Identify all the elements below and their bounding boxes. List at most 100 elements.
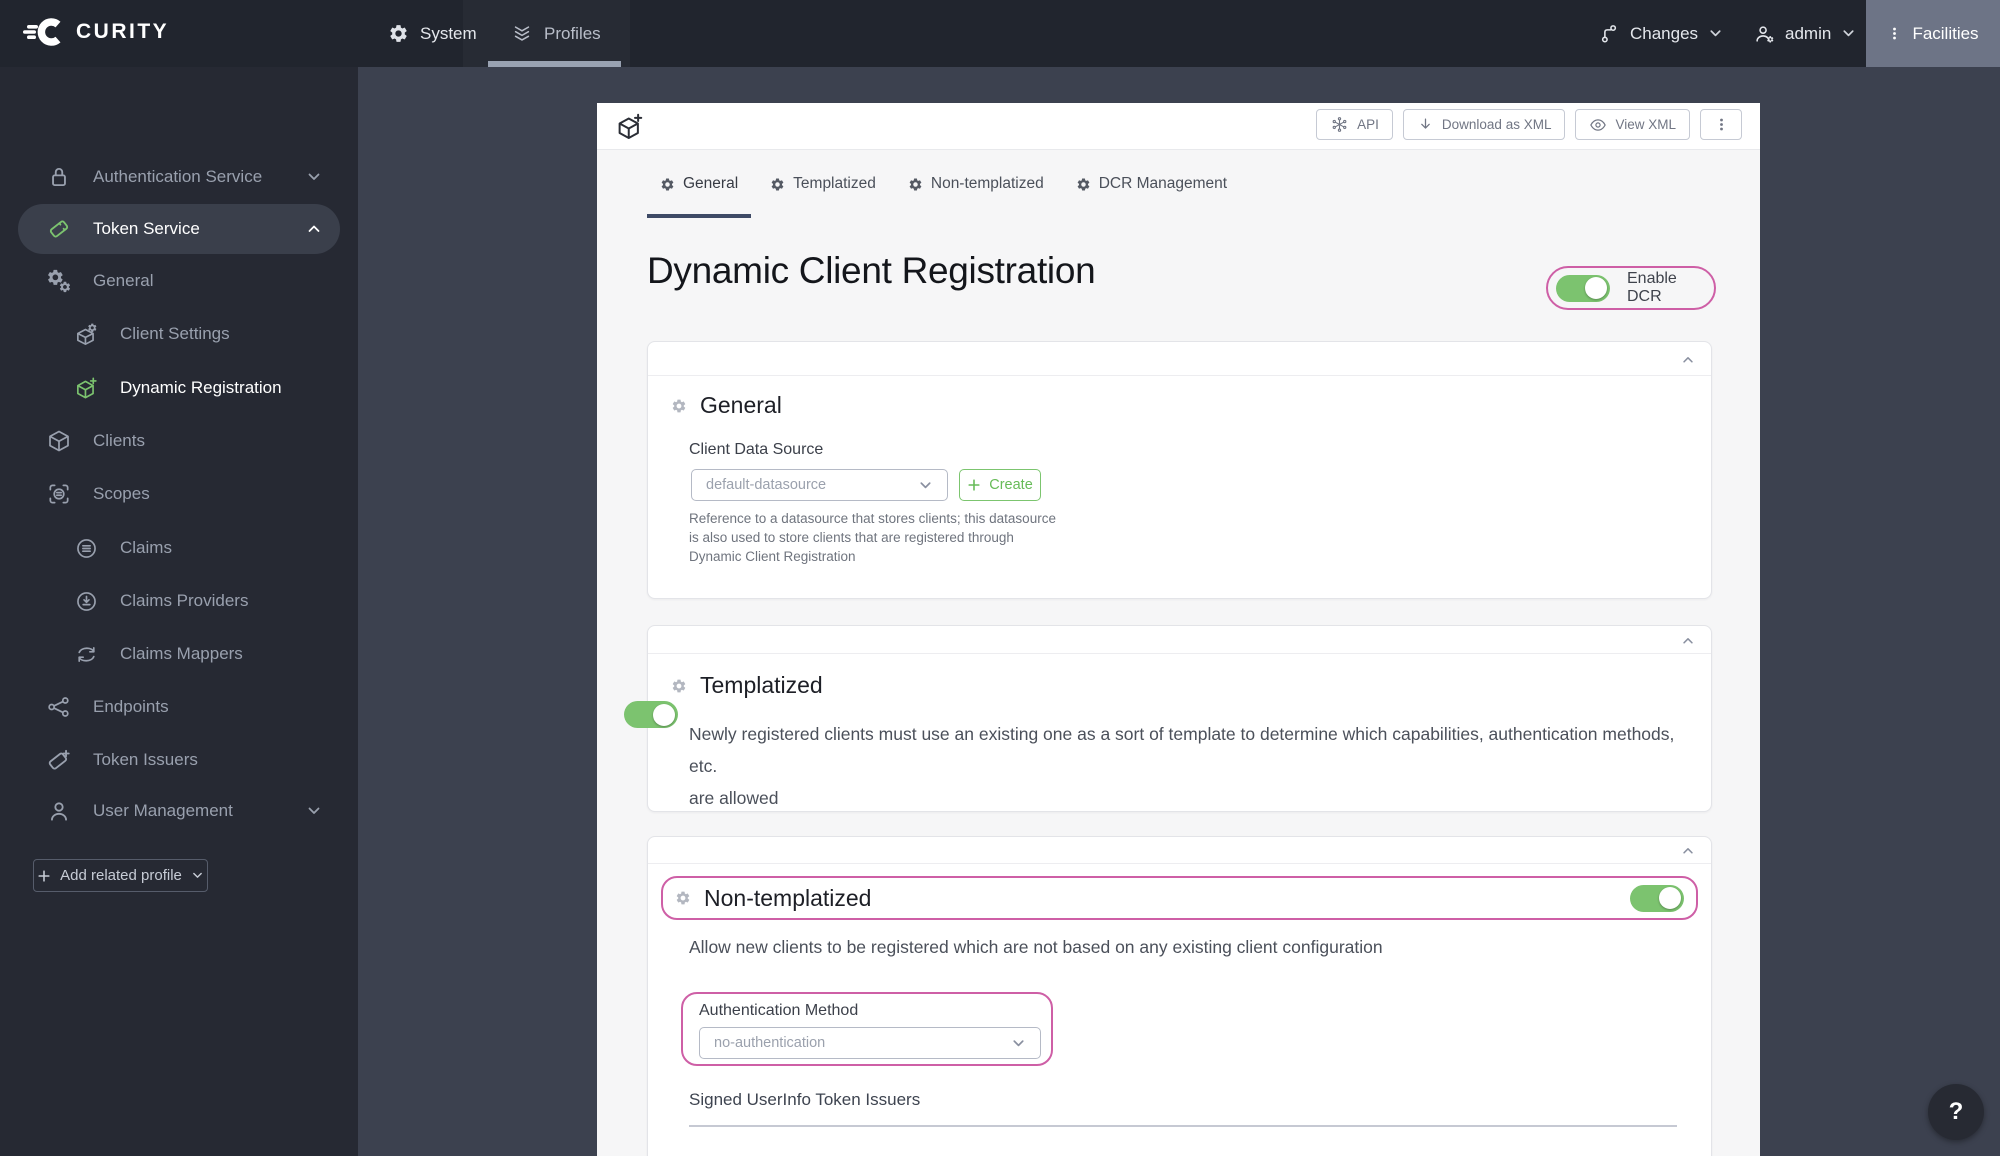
cube-icon (46, 428, 72, 454)
topnav-system[interactable]: System (388, 0, 477, 67)
chevron-down-icon (306, 803, 322, 819)
sidebar-item-client-settings[interactable]: Client Settings (0, 308, 358, 360)
sidebar-item-dynamic-registration[interactable]: Dynamic Registration (0, 362, 358, 414)
gear-icon (675, 890, 691, 906)
client-data-source-select[interactable]: default-datasource (691, 469, 948, 501)
sidebar: Authentication Service Token Service Gen… (0, 67, 358, 1156)
sidebar-item-label: Authentication Service (93, 167, 263, 186)
view-xml-button[interactable]: View XML (1575, 109, 1690, 140)
app-screen: CURITY System Profiles Changes admin Fac… (0, 0, 2000, 1156)
section-collapse-bar (648, 342, 1711, 376)
section-heading-text: Non-templatized (704, 884, 872, 911)
tab-templatized[interactable]: Templatized (757, 150, 889, 218)
sidebar-item-endpoints[interactable]: Endpoints (0, 681, 358, 733)
collapse-chevron-icon[interactable] (1681, 634, 1695, 648)
brand-name: CURITY (76, 20, 170, 43)
sidebar-item-token-issuers[interactable]: Token Issuers (0, 734, 358, 786)
user-menu[interactable]: admin (1753, 0, 1856, 67)
topnav-profiles[interactable]: Profiles (511, 0, 601, 67)
sidebar-item-claims-mappers[interactable]: Claims Mappers (0, 628, 358, 680)
curity-logo-icon (23, 18, 61, 46)
section-heading-text: General (700, 392, 782, 418)
enable-dcr-label: Enable DCR (1627, 270, 1677, 305)
person-icon (46, 798, 72, 824)
download-as-xml-button[interactable]: Download as XML (1402, 109, 1566, 140)
panel-toolbar: API Download as XML View XML (1316, 109, 1742, 140)
sidebar-item-label: General (93, 271, 154, 290)
client-data-source-label: Client Data Source (689, 441, 824, 458)
sidebar-item-claims-providers[interactable]: Claims Providers (0, 575, 358, 627)
add-related-profile-button[interactable]: Add related profile (33, 859, 208, 892)
create-datasource-button[interactable]: Create (959, 469, 1041, 501)
enable-dcr-highlight: Enable DCR (1546, 266, 1716, 310)
sidebar-item-authentication-service[interactable]: Authentication Service (0, 151, 358, 203)
sidebar-item-label: Claims (120, 538, 172, 557)
sidebar-item-general[interactable]: General (0, 255, 358, 307)
enable-dcr-toggle[interactable] (1556, 274, 1610, 302)
table-header-divider (689, 1125, 1677, 1127)
question-icon: ? (1948, 1098, 1964, 1125)
chevron-down-icon (1011, 1036, 1026, 1051)
gears-icon (46, 268, 72, 294)
sidebar-item-label: Token Issuers (93, 750, 198, 769)
tab-label: Non-templatized (930, 175, 1044, 192)
collapse-chevron-icon[interactable] (1681, 844, 1695, 858)
kebab-icon (1714, 117, 1729, 132)
chevron-down-icon (306, 169, 322, 185)
brand-logo[interactable]: CURITY (22, 14, 169, 50)
sidebar-item-user-management[interactable]: User Management (0, 785, 358, 837)
ticket-plus-icon (46, 747, 72, 773)
sidebar-item-label: User Management (93, 801, 233, 820)
chevron-down-icon (191, 869, 204, 882)
topnav-profiles-label: Profiles (544, 23, 601, 43)
chevron-down-icon (1708, 26, 1723, 41)
kebab-icon (1887, 26, 1902, 41)
collapse-chevron-icon[interactable] (1681, 353, 1695, 367)
sidebar-item-claims[interactable]: Claims (0, 522, 358, 574)
api-button-label: API (1357, 117, 1379, 132)
help-button[interactable]: ? (1928, 1084, 1984, 1140)
templatized-description: Newly registered clients must use an exi… (689, 724, 1675, 808)
user-icon (1753, 23, 1775, 45)
sidebar-item-clients[interactable]: Clients (0, 415, 358, 467)
hub-icon (1330, 115, 1349, 134)
sidebar-item-scopes[interactable]: Scopes (0, 468, 358, 520)
top-bar: CURITY System Profiles Changes admin Fac… (0, 0, 2000, 67)
non-templatized-toggle[interactable] (1630, 884, 1684, 912)
more-options-button[interactable] (1700, 109, 1742, 140)
tab-general[interactable]: General (647, 150, 751, 218)
select-value: no-authentication (714, 1035, 826, 1051)
swap-arrows-icon (74, 642, 99, 667)
profile-cube-plus-icon (615, 111, 645, 143)
general-section-card: General Client Data Source default-datas… (647, 341, 1712, 599)
tab-dcr-management[interactable]: DCR Management (1063, 150, 1240, 218)
changes-menu[interactable]: Changes (1598, 0, 1723, 67)
gear-icon (908, 177, 923, 192)
api-button[interactable]: API (1316, 109, 1393, 140)
authentication-method-select[interactable]: no-authentication (699, 1027, 1041, 1059)
authentication-method-label: Authentication Method (699, 1002, 859, 1019)
sidebar-item-label: Clients (93, 431, 145, 450)
authentication-method-highlight: Authentication Method no-authentication (681, 992, 1053, 1066)
scan-icon (46, 481, 72, 507)
sidebar-item-token-service[interactable]: Token Service (0, 204, 358, 254)
chevron-down-icon (918, 478, 933, 493)
tab-label: DCR Management (1098, 175, 1228, 192)
gear-icon (770, 177, 785, 192)
facilities-button[interactable]: Facilities (1866, 0, 2000, 67)
signed-userinfo-token-issuers-label: Signed UserInfo Token Issuers (689, 1090, 921, 1109)
plus-icon (37, 869, 51, 883)
facilities-label: Facilities (1912, 23, 1979, 43)
sidebar-item-label: Endpoints (93, 697, 169, 716)
section-collapse-bar (648, 837, 1711, 864)
sidebar-item-label: Client Settings (120, 324, 230, 343)
templatized-toggle[interactable] (624, 701, 678, 728)
eye-icon (1589, 116, 1607, 134)
tab-non-templatized[interactable]: Non-templatized (895, 150, 1057, 218)
cube-gear-icon (74, 322, 99, 347)
share-nodes-icon (46, 694, 72, 720)
ticket-icon (46, 216, 72, 242)
gear-icon (1076, 177, 1091, 192)
main-panel: API Download as XML View XML General Tem… (597, 103, 1760, 1156)
arrow-down-icon (1417, 116, 1434, 133)
